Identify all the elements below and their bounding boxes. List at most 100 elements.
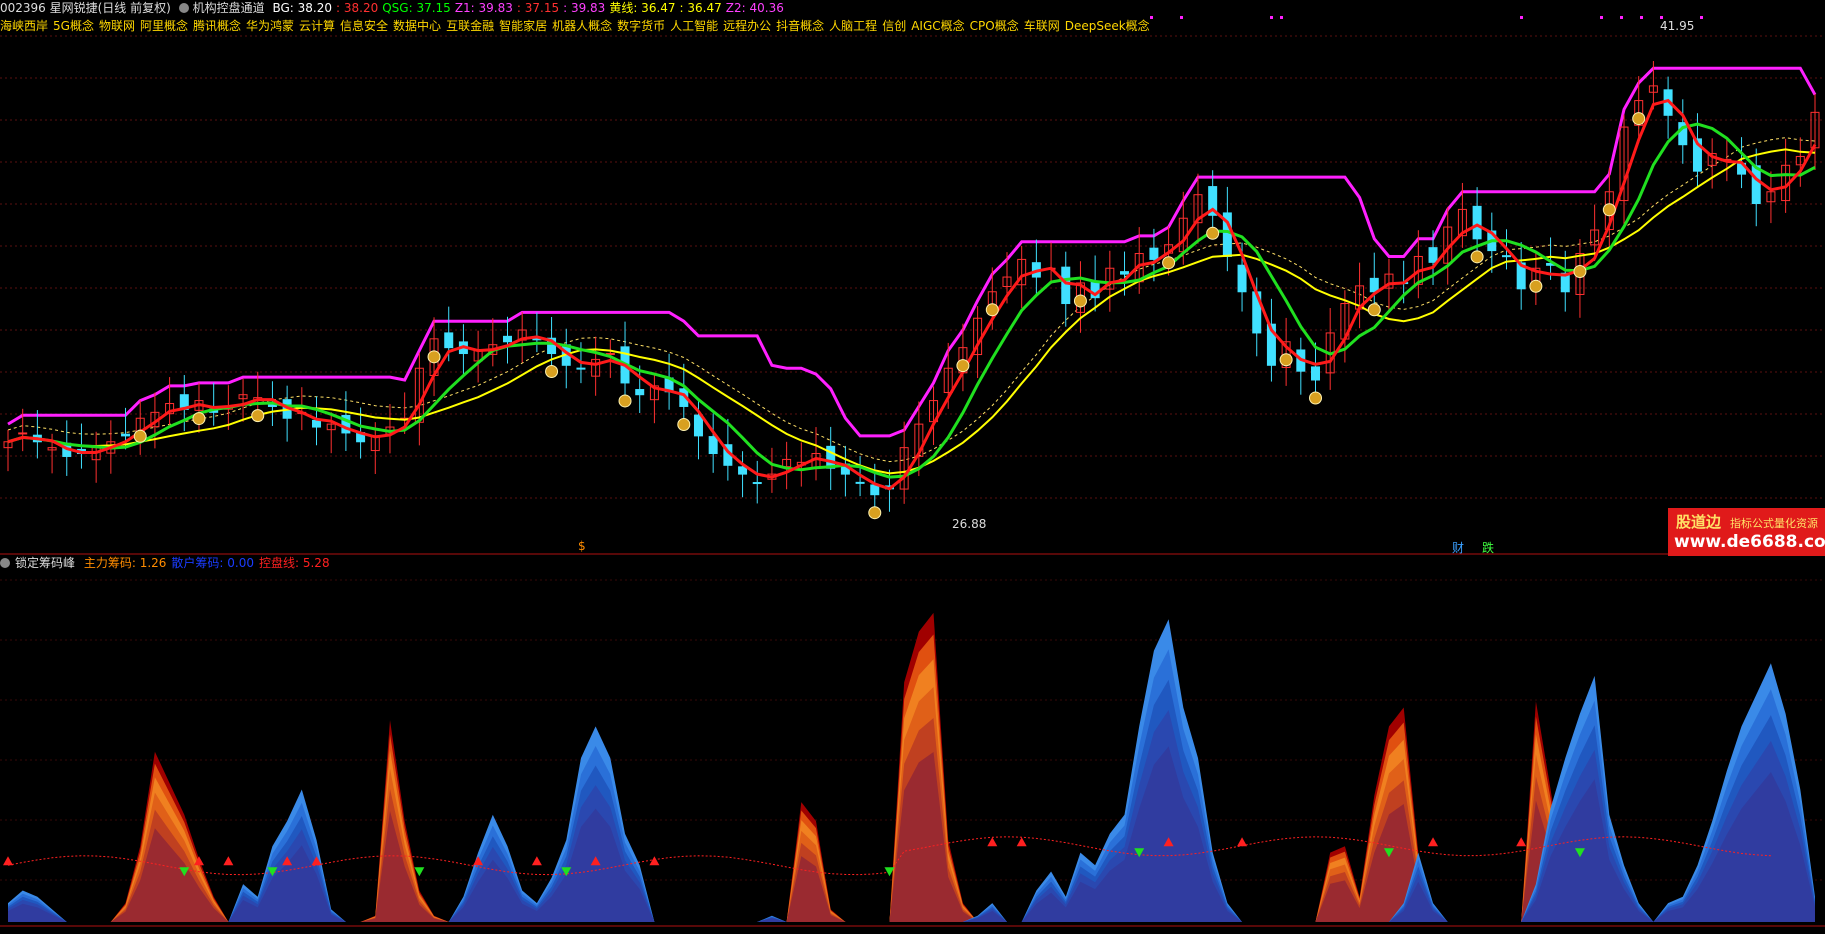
header-value-2: QSG: 37.15: [382, 1, 451, 15]
top-dot: [1700, 16, 1703, 19]
up-triangle-icon: [1516, 837, 1527, 847]
coin-icon: [1632, 112, 1646, 126]
header-value-5: : 39.83: [563, 1, 606, 15]
coin-icon: [1470, 250, 1484, 264]
coin-icon: [677, 417, 691, 431]
candle-body: [1120, 271, 1130, 275]
indicator-toggle-icon[interactable]: [178, 3, 189, 13]
top-dot: [1180, 16, 1183, 19]
candle-body: [1751, 165, 1761, 205]
indicator-name[interactable]: 机构控盘通道: [193, 1, 265, 15]
concept-tag[interactable]: 车联网: [1024, 19, 1060, 33]
coin-icon: [1162, 256, 1176, 270]
watermark-brand: 股道边: [1676, 513, 1722, 531]
concept-tag[interactable]: 人脑工程: [829, 19, 877, 33]
ma-green-line: [7, 122, 1816, 479]
concept-tag[interactable]: 数据中心: [393, 19, 441, 33]
coin-icon: [133, 429, 147, 443]
channel-line: [7, 66, 1817, 438]
candle-body: [1237, 264, 1247, 293]
concept-tag[interactable]: 5G概念: [53, 19, 94, 33]
candle-body: [312, 419, 322, 428]
sub-header-value-0: 主力筹码: 1.26: [83, 556, 167, 570]
ma-red-line: [7, 98, 1817, 491]
concept-tag[interactable]: 信息安全: [340, 19, 388, 33]
candle-body: [826, 445, 836, 469]
concept-tag[interactable]: 信创: [882, 19, 906, 33]
concept-tag[interactable]: 数字货币: [617, 19, 665, 33]
candle-body: [18, 432, 28, 435]
candle-body: [752, 482, 762, 485]
watermark-logo: 股道边 指标公式量化资源 www.de6688.com: [1668, 508, 1825, 556]
up-triangle-icon: [1428, 837, 1439, 847]
top-dot: [1270, 16, 1273, 19]
concept-tag[interactable]: 人工智能: [670, 19, 718, 33]
dotted-line: [7, 137, 1816, 463]
price-low-label: 26.88: [952, 517, 986, 531]
coin-icon: [868, 506, 882, 520]
concept-tag[interactable]: 腾讯概念: [193, 19, 241, 33]
watermark-url: www.de6688.com: [1674, 532, 1825, 552]
coin-icon: [1367, 303, 1381, 317]
sub-toggle-icon[interactable]: [0, 558, 10, 568]
up-triangle-icon: [649, 856, 660, 866]
sub-header-value-1: 散户筹码: 0.00: [171, 556, 254, 570]
coin-icon: [1602, 203, 1616, 217]
concept-tag[interactable]: 华为鸿蒙: [246, 19, 294, 33]
concept-tag[interactable]: 远程办公: [723, 19, 771, 33]
up-triangle-icon: [987, 837, 998, 847]
concept-tags: 海峡西岸 5G概念 物联网 阿里概念 腾讯概念 华为鸿蒙 云计算 信息安全 数据中心 互联金融 智能…: [0, 18, 1155, 34]
top-dot: [1640, 16, 1643, 19]
candle-body: [502, 335, 512, 343]
candle-body: [1149, 247, 1159, 260]
concept-tag[interactable]: CPO概念: [970, 19, 1019, 33]
candle-body: [1369, 277, 1379, 293]
up-triangle-icon: [223, 856, 234, 866]
coin-icon: [956, 359, 970, 373]
concept-tag[interactable]: 阿里概念: [140, 19, 188, 33]
concept-tag[interactable]: DeepSeek概念: [1065, 19, 1150, 33]
stock-title: 002396 星网锐捷(日线 前复权): [0, 1, 171, 15]
event-marker-finance[interactable]: 财: [1452, 539, 1464, 556]
candle-body: [1311, 366, 1321, 381]
ma-yellow-line: [7, 148, 1816, 475]
concept-tag[interactable]: 云计算: [299, 19, 335, 33]
candle-body: [855, 481, 865, 484]
concept-tag[interactable]: AIGC概念: [911, 19, 964, 33]
concept-tag[interactable]: 物联网: [99, 19, 135, 33]
header-value-0: BG: 38.20: [272, 1, 333, 15]
candle-body: [121, 433, 131, 437]
sub-header: 锁定筹码峰 主力筹码: 1.26 散户筹码: 0.00 控盘线: 5.28: [0, 555, 340, 571]
concept-tag[interactable]: 抖音概念: [776, 19, 824, 33]
candle-body: [708, 436, 718, 455]
candle-body: [444, 332, 454, 349]
event-marker-drop[interactable]: 跌: [1482, 539, 1494, 556]
main-header: 002396 星网锐捷(日线 前复权) 机构控盘通道 BG: 38.20: 38…: [0, 0, 792, 16]
concept-tag[interactable]: 海峡西岸: [0, 19, 48, 33]
top-dot: [1620, 16, 1623, 19]
candle-body: [1501, 255, 1511, 258]
coin-icon: [1073, 294, 1087, 308]
coin-icon: [192, 412, 206, 426]
stock-chart[interactable]: 41.95 26.88: [0, 0, 1825, 934]
candle-body: [693, 414, 703, 437]
coin-icon: [427, 350, 441, 364]
candle-body: [635, 389, 645, 396]
sub-header-value-2: 控盘线: 5.28: [259, 556, 330, 570]
event-marker-dollar[interactable]: $: [578, 539, 586, 553]
sub-indicator-name[interactable]: 锁定筹码峰: [15, 556, 75, 570]
coin-icon: [1573, 265, 1587, 279]
concept-tag[interactable]: 互联金融: [446, 19, 494, 33]
header-value-8: Z2: 40.36: [725, 1, 784, 15]
price-high-label: 41.95: [1660, 19, 1694, 33]
concept-tag[interactable]: 智能家居: [499, 19, 547, 33]
header-value-6: 黄线: 36.47: [609, 1, 676, 15]
header-value-3: Z1: 39.83: [454, 1, 513, 15]
concept-tag[interactable]: 机器人概念: [552, 19, 612, 33]
header-value-7: : 36.47: [679, 1, 722, 15]
candle-body: [1428, 247, 1438, 263]
coin-icon: [251, 409, 265, 423]
coin-icon: [545, 365, 559, 379]
candle-body: [576, 367, 586, 370]
up-triangle-icon: [1237, 837, 1248, 847]
